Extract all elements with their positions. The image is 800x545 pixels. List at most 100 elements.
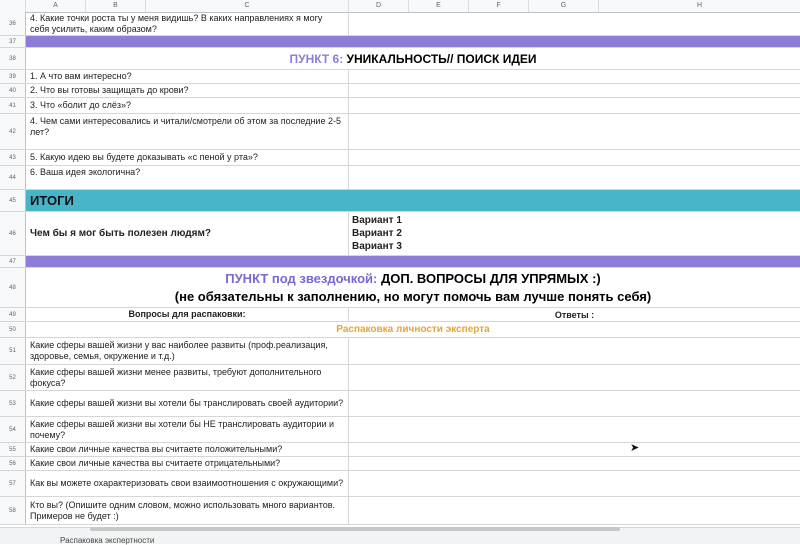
row-number[interactable]: 37 xyxy=(0,36,26,47)
table-row: 42 4. Чем сами интересовались и читали/с… xyxy=(0,114,800,150)
variant-1: Вариант 1 xyxy=(352,215,402,226)
answer-cell[interactable] xyxy=(349,114,800,149)
answer-cell[interactable] xyxy=(349,365,800,390)
row-number[interactable]: 42 xyxy=(0,114,26,149)
section-header-cell[interactable]: ПУНКТ под звездочкой: ДОП. ВОПРОСЫ ДЛЯ У… xyxy=(26,268,800,307)
row-number[interactable]: 44 xyxy=(0,166,26,189)
table-row: 45 ИТОГИ xyxy=(0,190,800,212)
table-row: 36 4. Какие точки роста ты у меня видишь… xyxy=(0,12,800,36)
subsection-title[interactable]: Распаковка личности эксперта xyxy=(26,322,800,337)
answer-cell[interactable] xyxy=(349,150,800,165)
answer-cell[interactable] xyxy=(349,391,800,416)
table-row: 51 Какие сферы вашей жизни у вас наиболе… xyxy=(0,338,800,365)
row-number[interactable]: 51 xyxy=(0,338,26,364)
column-header-d[interactable]: D xyxy=(349,0,409,12)
column-header-f[interactable]: F xyxy=(469,0,529,12)
table-row: 44 6. Ваша идея экологична? xyxy=(0,166,800,190)
table-row: 58 Кто вы? (Опишите одним словом, можно … xyxy=(0,497,800,525)
sheet-tab[interactable]: Распаковка экспертности xyxy=(60,536,154,545)
answer-cell[interactable] xyxy=(349,84,800,97)
row-number[interactable]: 49 xyxy=(0,308,26,321)
answer-cell[interactable] xyxy=(349,98,800,113)
answer-cell[interactable] xyxy=(349,457,800,470)
column-header-c[interactable]: C xyxy=(146,0,349,12)
row-number[interactable]: 43 xyxy=(0,150,26,165)
table-row: 40 2. Что вы готовы защищать до крови? xyxy=(0,84,800,98)
row-number[interactable]: 50 xyxy=(0,322,26,337)
section-header-cell[interactable]: ПУНКТ 6: УНИКАЛЬНОСТЬ// ПОИСК ИДЕИ xyxy=(26,48,800,69)
question-cell[interactable]: 3. Что «болит до слёз»? xyxy=(26,98,349,113)
row-number[interactable]: 58 xyxy=(0,497,26,524)
row-number[interactable]: 47 xyxy=(0,256,26,267)
table-row: 53 Какие сферы вашей жизни вы хотели бы … xyxy=(0,391,800,417)
section-title-text: УНИКАЛЬНОСТЬ// ПОИСК ИДЕИ xyxy=(343,51,537,66)
totals-heading[interactable]: ИТОГИ xyxy=(30,190,74,211)
table-row: 57 Как вы можете охарактеризовать свои в… xyxy=(0,471,800,497)
purple-divider-band[interactable] xyxy=(26,36,800,47)
answer-cell[interactable] xyxy=(349,471,800,496)
table-row: 38 ПУНКТ 6: УНИКАЛЬНОСТЬ// ПОИСК ИДЕИ xyxy=(0,48,800,70)
row-number[interactable]: 55 xyxy=(0,443,26,456)
question-cell[interactable]: Какие сферы вашей жизни менее развиты, т… xyxy=(26,365,349,390)
question-cell[interactable]: Как вы можете охарактеризовать свои взаи… xyxy=(26,471,349,496)
column-header-g[interactable]: G xyxy=(529,0,599,12)
row-number[interactable]: 40 xyxy=(0,84,26,97)
table-row: 52 Какие сферы вашей жизни менее развиты… xyxy=(0,365,800,391)
table-row: 49 Вопросы для распаковки: Ответы : xyxy=(0,308,800,322)
variants-cell[interactable]: Вариант 1 Вариант 2 Вариант 3 xyxy=(349,212,800,255)
table-row: 43 5. Какую идею вы будете доказывать «с… xyxy=(0,150,800,166)
question-cell[interactable]: 6. Ваша идея экологична? xyxy=(26,166,349,189)
question-cell[interactable]: Какие сферы вашей жизни у вас наиболее р… xyxy=(26,338,349,364)
row-number[interactable]: 57 xyxy=(0,471,26,496)
answer-cell[interactable] xyxy=(349,443,800,456)
answer-cell[interactable] xyxy=(349,12,800,35)
answer-cell[interactable] xyxy=(349,497,800,524)
question-cell[interactable]: Какие сферы вашей жизни вы хотели бы тра… xyxy=(26,391,349,416)
answer-cell[interactable] xyxy=(349,70,800,83)
question-cell[interactable]: 4. Чем сами интересовались и читали/смот… xyxy=(26,114,349,149)
corner-cell[interactable] xyxy=(0,0,26,12)
row-number[interactable]: 48 xyxy=(0,268,26,307)
question-cell[interactable]: Какие свои личные качества вы считаете п… xyxy=(26,443,349,456)
row-number[interactable]: 46 xyxy=(0,212,26,255)
section-title-text: ДОП. ВОПРОСЫ ДЛЯ УПРЯМЫХ :) xyxy=(377,270,601,286)
section-title: ПУНКТ 6: УНИКАЛЬНОСТЬ// ПОИСК ИДЕИ xyxy=(289,52,536,66)
question-cell[interactable]: 5. Какую идею вы будете доказывать «с пе… xyxy=(26,150,349,165)
row-number[interactable]: 41 xyxy=(0,98,26,113)
horizontal-scrollbar[interactable] xyxy=(90,527,620,531)
question-cell[interactable]: 2. Что вы готовы защищать до крови? xyxy=(26,84,349,97)
purple-divider-band[interactable] xyxy=(26,256,800,267)
row-number[interactable]: 53 xyxy=(0,391,26,416)
row-number[interactable]: 39 xyxy=(0,70,26,83)
column-header-a[interactable]: A xyxy=(26,0,86,12)
column-header-b[interactable]: B xyxy=(86,0,146,12)
section-subtitle: (не обязательны к заполнению, но могут п… xyxy=(174,288,652,304)
section-accent: ПУНКТ 6: xyxy=(289,51,344,66)
question-cell[interactable]: Какие сферы вашей жизни вы хотели бы НЕ … xyxy=(26,417,349,442)
table-row: 48 ПУНКТ под звездочкой: ДОП. ВОПРОСЫ ДЛ… xyxy=(0,268,800,308)
questions-header-cell[interactable]: Вопросы для распаковки: xyxy=(26,308,349,321)
column-header-h[interactable]: H xyxy=(599,0,800,12)
row-number[interactable]: 45 xyxy=(0,190,26,211)
row-number[interactable]: 54 xyxy=(0,417,26,442)
mouse-cursor-icon: ➤ xyxy=(630,442,640,454)
table-row: 56 Какие свои личные качества вы считает… xyxy=(0,457,800,471)
question-cell[interactable]: Чем бы я мог быть полезен людям? xyxy=(26,212,349,255)
table-row: 47 xyxy=(0,256,800,268)
table-row: 54 Какие сферы вашей жизни вы хотели бы … xyxy=(0,417,800,443)
table-row: 39 1. А что вам интересно? xyxy=(0,70,800,84)
row-number[interactable]: 36 xyxy=(0,12,26,35)
row-number[interactable]: 56 xyxy=(0,457,26,470)
question-cell[interactable]: Кто вы? (Опишите одним словом, можно исп… xyxy=(26,497,349,524)
answers-header-cell[interactable]: Ответы : xyxy=(349,308,800,321)
question-cell[interactable]: Какие свои личные качества вы считаете о… xyxy=(26,457,349,470)
row-number[interactable]: 52 xyxy=(0,365,26,390)
table-row: 41 3. Что «болит до слёз»? xyxy=(0,98,800,114)
answer-cell[interactable] xyxy=(349,338,800,364)
answer-cell[interactable] xyxy=(349,417,800,442)
answer-cell[interactable] xyxy=(349,166,800,189)
question-cell[interactable]: 4. Какие точки роста ты у меня видишь? В… xyxy=(26,12,349,35)
column-header-e[interactable]: E xyxy=(409,0,469,12)
row-number[interactable]: 38 xyxy=(0,48,26,69)
question-cell[interactable]: 1. А что вам интересно? xyxy=(26,70,349,83)
